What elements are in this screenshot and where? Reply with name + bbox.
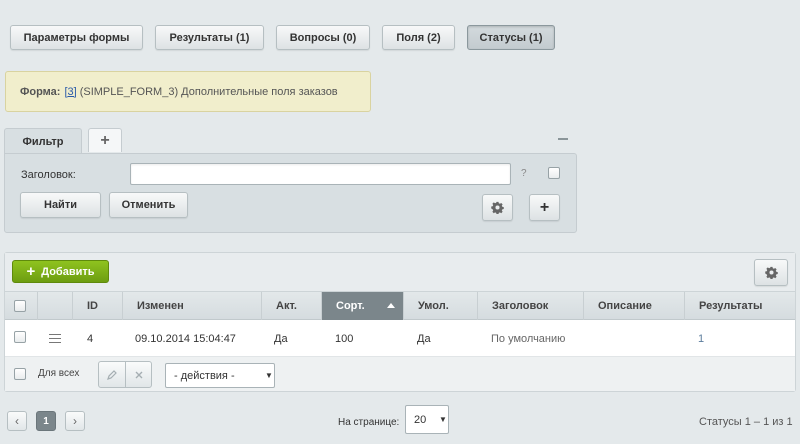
column-label: Умол. <box>418 300 449 312</box>
page-number: 1 <box>43 415 49 427</box>
header-select-all <box>5 292 38 320</box>
column-label: Изменен <box>137 300 184 312</box>
notice-label: Форма: <box>20 85 61 98</box>
column-header-active[interactable]: Акт. <box>262 292 322 320</box>
cell-active: Да <box>274 333 288 345</box>
chevron-right-icon: › <box>73 414 77 428</box>
add-button-label: Добавить <box>41 265 95 278</box>
filter-field-checkbox[interactable] <box>548 167 560 179</box>
cancel-button[interactable]: Отменить <box>109 192 188 218</box>
tab-label: Статусы (1) <box>479 31 543 44</box>
find-button-label: Найти <box>44 199 77 211</box>
chevron-down-icon: ▼ <box>265 371 273 380</box>
row-menu-icon[interactable] <box>49 334 61 343</box>
select-all-footer-checkbox[interactable] <box>14 368 26 380</box>
plus-icon: + <box>539 198 550 216</box>
form-id-link[interactable]: [3] <box>64 86 76 98</box>
gear-icon <box>764 266 778 279</box>
add-filter-field-button[interactable]: + <box>529 194 560 221</box>
sort-asc-icon <box>387 303 395 308</box>
column-header-sort[interactable]: Сорт. <box>322 292 404 320</box>
filter-tab[interactable]: Фильтр <box>4 128 82 154</box>
tab-label: Вопросы (0) <box>289 31 357 44</box>
collapse-filter-icon[interactable] <box>557 133 569 145</box>
list-footer: Для всех - действия - ▼ <box>5 357 795 391</box>
column-header-results[interactable]: Результаты <box>685 292 795 320</box>
filter-field-label: Заголовок: <box>21 169 76 181</box>
prev-page-button[interactable]: ‹ <box>7 411 27 431</box>
delete-button[interactable] <box>125 361 152 388</box>
column-label: Заголовок <box>492 300 549 312</box>
filter-panel: Заголовок: ? Найти Отменить + <box>4 153 577 233</box>
next-page-button[interactable]: › <box>65 411 85 431</box>
cell-default: Да <box>417 333 431 345</box>
cell-sort: 100 <box>335 333 354 345</box>
tab-form-params[interactable]: Параметры формы <box>10 25 143 50</box>
header-drag <box>38 292 73 320</box>
column-label: Акт. <box>276 300 297 312</box>
table-header: ID Изменен Акт. Сорт. Умол. Заголовок Оп… <box>5 292 795 320</box>
row-checkbox[interactable] <box>14 331 26 343</box>
list-toolbar: + Добавить <box>5 253 795 292</box>
cell-title: По умолчанию <box>491 333 566 345</box>
tab-label: Поля (2) <box>396 31 441 44</box>
plus-icon: + <box>26 263 36 280</box>
tab-label: Результаты (1) <box>169 31 250 44</box>
list-settings-button[interactable] <box>754 259 788 286</box>
per-page-label: На странице: <box>338 417 400 428</box>
page-1-button[interactable]: 1 <box>36 411 56 431</box>
chevron-down-icon: ▼ <box>439 415 447 424</box>
column-header-id[interactable]: ID <box>73 292 123 320</box>
form-notice: Форма: [3] (SIMPLE_FORM_3) Дополнительны… <box>5 71 371 112</box>
cancel-button-label: Отменить <box>121 199 176 211</box>
tab-results[interactable]: Результаты (1) <box>155 25 264 50</box>
filter-settings-button[interactable] <box>482 194 513 221</box>
column-header-default[interactable]: Умол. <box>404 292 478 320</box>
pagination-summary: Статусы 1 – 1 из 1 <box>699 416 793 428</box>
column-header-title[interactable]: Заголовок <box>478 292 584 320</box>
cell-changed: 09.10.2014 15:04:47 <box>135 333 236 345</box>
per-page-select[interactable]: 20 ▼ <box>405 405 449 434</box>
table-row[interactable]: 4 09.10.2014 15:04:47 Да 100 Да По умолч… <box>5 321 795 357</box>
column-label: Результаты <box>699 300 763 312</box>
column-label: Описание <box>598 300 652 312</box>
select-all-checkbox[interactable] <box>14 300 26 312</box>
close-icon <box>135 371 142 378</box>
column-label: Сорт. <box>336 300 365 312</box>
find-button[interactable]: Найти <box>20 192 101 218</box>
add-filter-tab-button[interactable]: + <box>88 128 122 152</box>
add-button[interactable]: + Добавить <box>12 260 109 283</box>
column-header-description[interactable]: Описание <box>584 292 685 320</box>
select-all-label: Для всех <box>38 368 80 379</box>
cell-id: 4 <box>87 333 94 345</box>
pencil-icon <box>107 369 117 380</box>
chevron-left-icon: ‹ <box>15 414 19 428</box>
status-list: + Добавить ID Изменен Акт. Сорт. Умол. З… <box>4 252 796 392</box>
cell-results[interactable]: 1 <box>698 321 704 357</box>
title-filter-input[interactable] <box>130 163 511 185</box>
column-header-changed[interactable]: Изменен <box>123 292 262 320</box>
actions-select[interactable]: - действия - ▼ <box>165 363 275 388</box>
per-page-value: 20 <box>414 413 427 426</box>
actions-select-value: - действия - <box>174 369 235 382</box>
edit-button[interactable] <box>98 361 126 388</box>
column-label: ID <box>87 300 98 312</box>
tab-statuses[interactable]: Статусы (1) <box>467 25 555 50</box>
tab-label: Параметры формы <box>23 31 130 44</box>
help-icon[interactable]: ? <box>521 168 527 179</box>
plus-icon: + <box>100 131 110 149</box>
filter-tab-label: Фильтр <box>22 135 64 148</box>
gear-icon <box>491 201 504 214</box>
tab-questions[interactable]: Вопросы (0) <box>276 25 370 50</box>
tab-fields[interactable]: Поля (2) <box>382 25 455 50</box>
notice-text: (SIMPLE_FORM_3) Дополнительные поля зака… <box>79 85 338 98</box>
